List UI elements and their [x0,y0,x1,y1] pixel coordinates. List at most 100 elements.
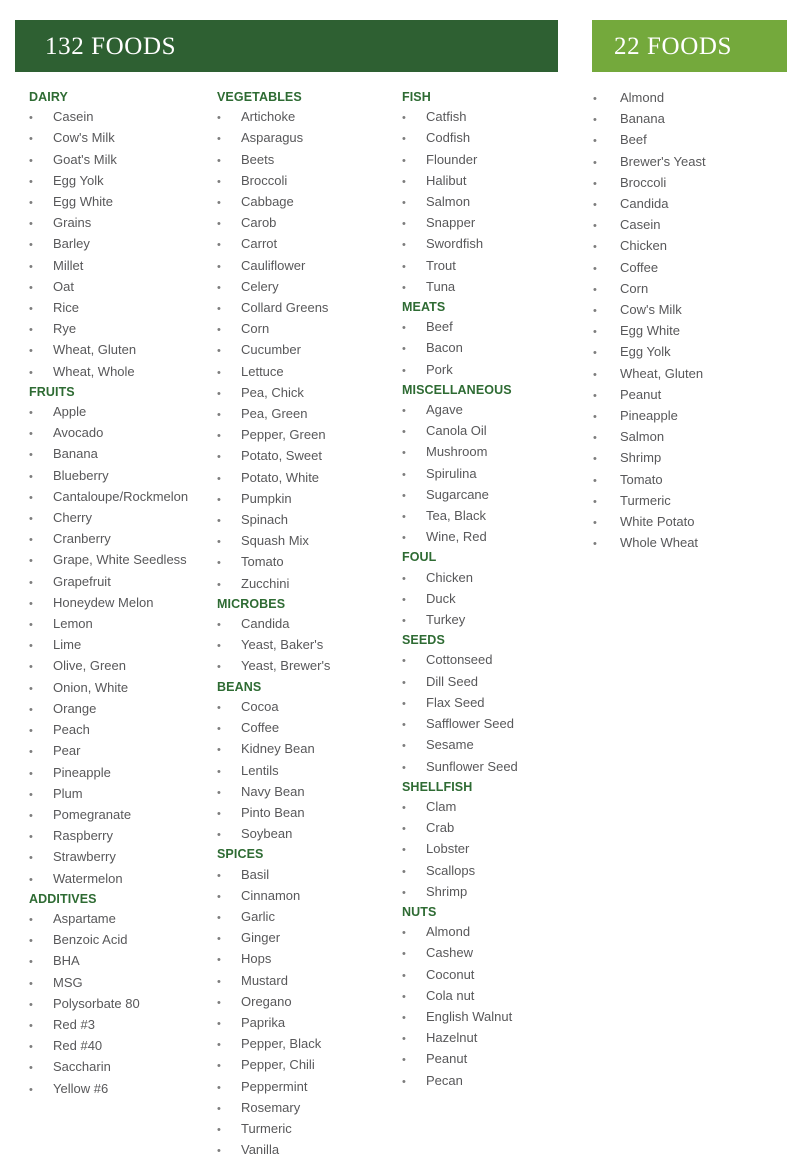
list-item: • Cauliflower [217,256,398,277]
list-item: • Sunflower Seed [402,757,558,778]
list-item: • Raspberry [29,826,213,847]
list-item: • Red #3 [29,1015,213,1036]
list-item: • Onion, White [29,678,213,699]
list-item: • Sesame [402,735,558,756]
bullet-icon: • [593,93,597,105]
list-item-label: Rye [53,321,77,337]
section-heading: VEGETABLES [217,90,302,104]
bullet-icon: • [217,472,221,485]
bullet-icon: • [217,324,221,337]
list-item-label: Soybean [241,826,293,842]
bullet-icon: • [402,990,406,1003]
list-item: • Celery [217,277,398,298]
bullet-icon: • [29,725,33,738]
bullet-icon: • [29,197,33,210]
list-item-label: Pepper, Green [241,427,326,443]
bullet-icon: • [29,260,33,273]
list-item-label: Vanilla [241,1142,280,1158]
list-item: • Agave [402,400,558,421]
panel-headers: 132 FOODS 22 FOODS [15,20,787,72]
list-item: • Flax Seed [402,693,558,714]
list-item: • Peanut [402,1049,558,1070]
bullet-icon: • [29,281,33,294]
bullet-icon: • [593,517,597,530]
list-item: • Shrimp [593,448,794,469]
bullet-icon: • [29,597,33,610]
list-item: • Rye [29,319,213,340]
bullet-icon: • [29,852,33,865]
bullet-icon: • [402,260,406,273]
header-title-132-foods: 132 FOODS [45,32,177,60]
list-item-label: Cola nut [426,987,475,1003]
bullet-icon: • [402,532,406,545]
list-item-label: Spinach [241,512,288,528]
list-item: • Pomegranate [29,805,213,826]
list-item: • Kidney Bean [217,739,398,760]
list-item: • Safflower Seed [402,714,558,735]
bullet-icon: • [593,114,597,127]
list-item-label: Peach [53,722,90,738]
list-item-label: Navy Bean [241,783,305,799]
list-item: • Strawberry [29,847,213,868]
list-item-label: Peanut [620,386,662,402]
list-item: • BHA [29,951,213,972]
list-item-label: Grapefruit [53,573,111,589]
bullet-icon: • [29,513,33,526]
bullet-icon: • [217,807,221,820]
bullet-icon: • [402,844,406,857]
panel-22-foods: • Almond • Banana • Beef • Brewer's Yeast • Brocc… [592,88,794,554]
bullet-icon: • [217,869,221,882]
list-item-label: Honeydew Melon [53,594,154,610]
list-item: • Halibut [402,171,558,192]
list-item: • Coffee [593,258,794,279]
list-item-label: Cauliflower [241,257,306,273]
list-item-label: Grains [53,215,92,231]
list-item: • Yeast, Brewer's [217,656,398,677]
bullet-icon: • [29,112,33,125]
bullet-icon: • [29,746,33,759]
list-item: • Salmon [593,427,794,448]
bullet-icon: • [402,133,406,146]
section-heading: SHELLFISH [402,779,473,794]
list-item-label: Millet [53,257,84,273]
list-item-label: Squash Mix [241,533,309,549]
list-item: • Pumpkin [217,489,398,510]
list-item-label: Orange [53,700,97,716]
panel-content: DAIRY • Casein • Cow's Milk • Goat's Milk • Egg … [15,88,794,1157]
list-item: • Pear [29,741,213,762]
list-item-label: Pepper, Chili [241,1057,315,1073]
bullet-icon: • [29,809,33,822]
list-item-label: Pomegranate [53,806,132,822]
bullet-icon: • [402,697,406,710]
bullet-icon: • [29,576,33,589]
bullet-icon: • [593,453,597,466]
section-heading: NUTS [402,904,437,919]
bullet-icon: • [29,956,33,969]
list-item-label: Collard Greens [241,300,329,316]
list-item-label: Zucchini [241,575,290,591]
list-item-label: English Walnut [426,1008,513,1024]
bullet-icon: • [29,1083,33,1096]
list-item-label: Lime [53,637,82,653]
bullet-icon: • [29,449,33,462]
bullet-icon: • [402,865,406,878]
column-3: FISH • Catfish • Codfish • Flounder • Halibut • Sa… [398,88,558,1092]
list-item-label: Garlic [241,908,275,924]
bullet-icon: • [29,788,33,801]
list-item: • Basil [217,865,398,886]
list-item: • Mushroom [402,442,558,463]
list-item: • Oat [29,277,213,298]
list-item-label: Pinto Bean [241,804,305,820]
list-item: • Grapefruit [29,572,213,593]
list-item: • Pepper, Green [217,425,398,446]
list-item-label: Saccharin [53,1059,111,1075]
list-item: • Cucumber [217,340,398,361]
bullet-icon: • [217,1123,221,1136]
list-item-label: Ginger [241,930,281,946]
list-item: • Pork [402,360,558,381]
bullet-icon: • [217,765,221,778]
list-item-label: Potato, White [241,469,320,485]
list-item-label: Clam [426,798,457,814]
list-item-label: Rice [53,300,80,316]
list-item-label: Grape, White Seedless [53,552,187,568]
